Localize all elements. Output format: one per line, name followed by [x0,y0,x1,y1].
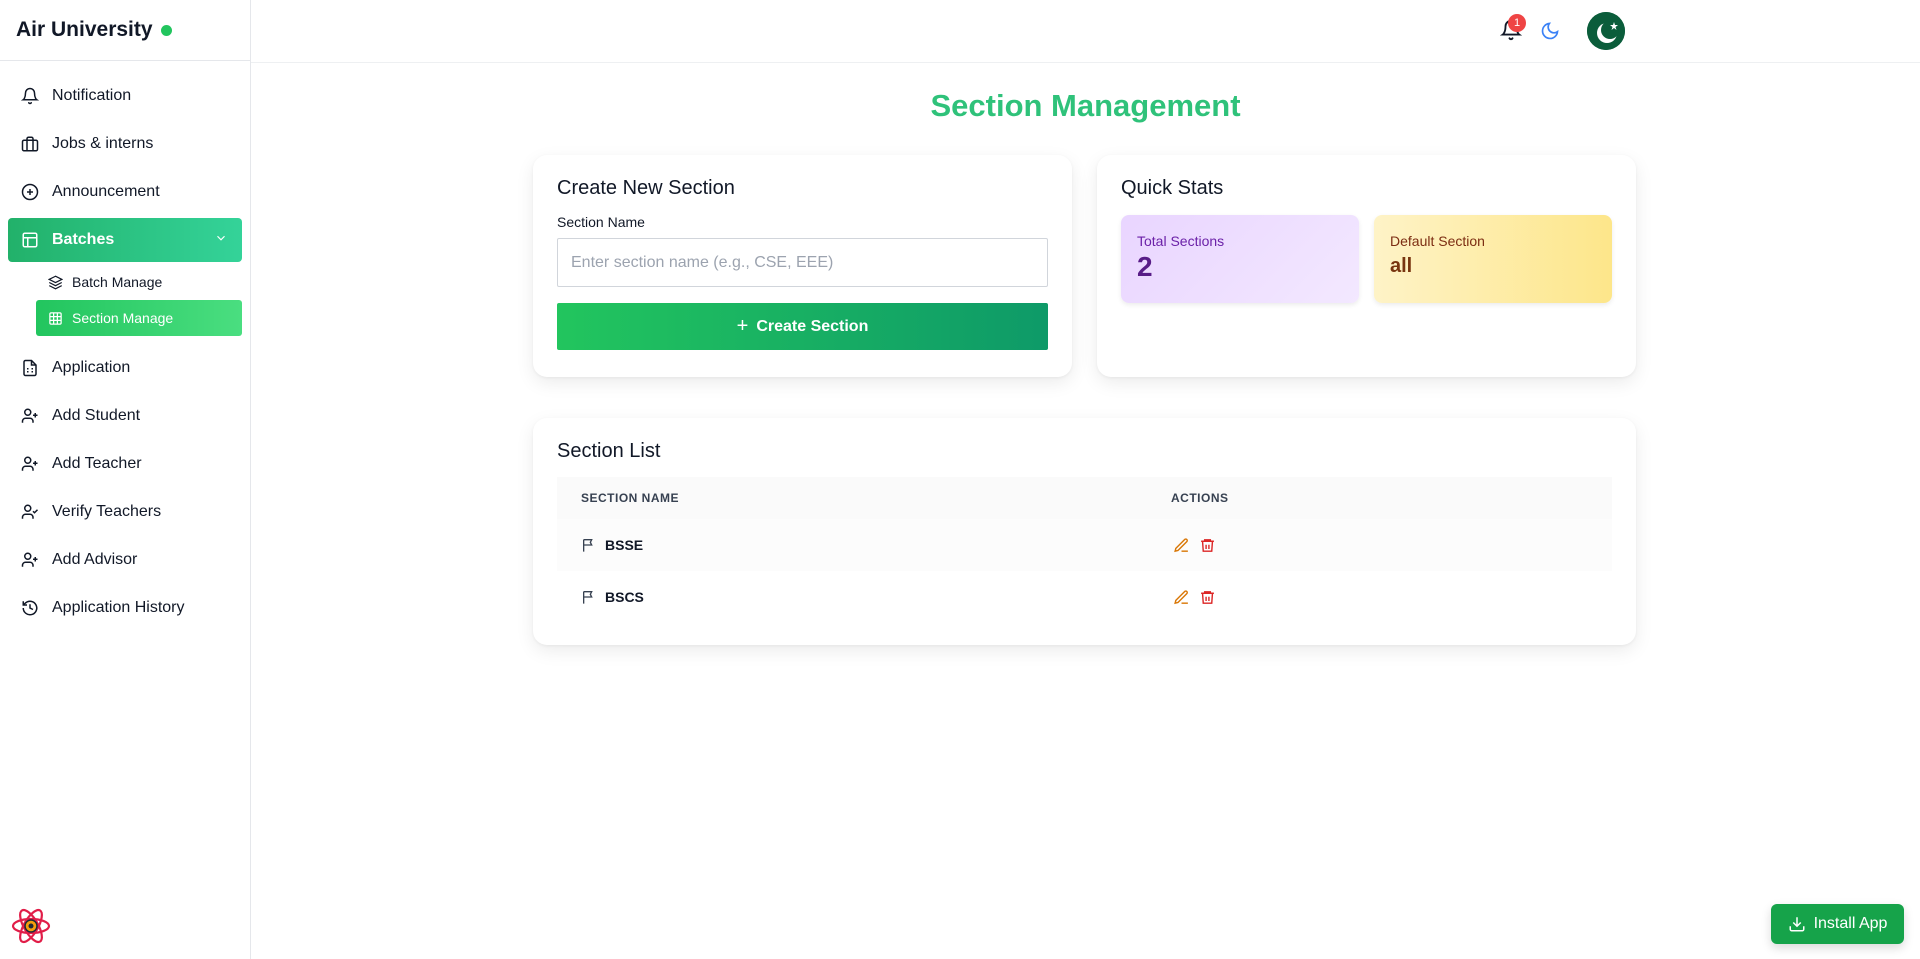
sidebar-item-add-teacher[interactable]: Add Teacher [8,442,242,486]
sidebar-item-verify-teachers[interactable]: Verify Teachers [8,490,242,534]
create-section-heading: Create New Section [557,177,735,199]
sidebar-item-label: Add Student [52,407,141,424]
sidebar-item-jobs[interactable]: Jobs & interns [8,122,242,166]
table-row: BSSE [557,519,1612,571]
edit-icon[interactable] [1171,587,1191,607]
install-app-button[interactable]: Install App [1771,904,1904,944]
sidebar-item-add-advisor[interactable]: Add Advisor [8,538,242,582]
grid-icon [48,310,64,326]
section-name-cell: BSSE [605,537,644,553]
bell-icon [20,86,40,106]
sidebar-item-label: Application [52,359,131,376]
section-name-input[interactable] [557,238,1048,287]
create-section-card: Create New Section Section Name + Create… [533,155,1072,377]
status-dot [160,24,172,36]
sidebar-item-notification[interactable]: Notification [8,74,242,118]
chevron-down-icon [214,231,228,250]
user-plus-icon [20,454,40,474]
app-title: Air University [16,18,153,41]
user-plus-icon [20,550,40,570]
avatar[interactable] [1587,12,1625,50]
sidebar-item-label: Verify Teachers [52,503,162,520]
flag-icon [581,537,597,553]
layout-icon [20,230,40,250]
sidebar: Air University Notification Jobs & inter… [0,0,251,959]
sidebar-subitem-label: Section Manage [72,310,174,326]
sidebar-subitem-section-manage[interactable]: Section Manage [36,300,242,336]
install-app-label: Install App [1813,915,1888,932]
flag-icon [581,589,597,605]
trash-icon[interactable] [1197,535,1217,555]
sidebar-item-add-student[interactable]: Add Student [8,394,242,438]
quick-stats-heading: Quick Stats [1121,177,1224,199]
total-sections-value: 2 [1137,251,1153,282]
sidebar-item-batches[interactable]: Batches [8,218,242,262]
sidebar-item-announcement[interactable]: Announcement [8,170,242,214]
sidebar-item-application[interactable]: Application [8,346,242,390]
react-icon[interactable] [10,905,52,947]
layers-icon [48,274,64,290]
section-table: SECTION NAME ACTIONS BSSE BSCS [557,477,1612,623]
sidebar-item-label: Batches [52,231,115,248]
sidebar-item-label: Jobs & interns [52,135,154,152]
plus-icon: + [736,315,749,337]
batches-submenu: Batch Manage Section Manage [0,264,250,336]
default-section-value: all [1390,255,1413,277]
sidebar-item-label: Application History [52,599,185,616]
briefcase-icon [20,134,40,154]
plus-circle-icon [20,182,40,202]
sidebar-subitem-label: Batch Manage [72,274,163,290]
sidebar-subitem-batch-manage[interactable]: Batch Manage [36,264,242,300]
section-list-card: Section List SECTION NAME ACTIONS BSSE B… [533,418,1636,645]
page-title: Section Management [930,88,1241,123]
sidebar-item-label: Add Teacher [52,455,142,472]
default-section-stat: Default Section all [1374,215,1612,303]
sidebar-item-label: Add Advisor [52,551,138,568]
total-sections-label: Total Sections [1137,233,1225,249]
download-icon [1788,915,1806,933]
default-section-label: Default Section [1390,233,1485,249]
column-header-actions: ACTIONS [1171,491,1229,505]
brand: Air University [0,0,250,61]
sidebar-item-label: Announcement [52,183,160,200]
edit-icon[interactable] [1171,535,1191,555]
sidebar-nav: Notification Jobs & interns Announcement… [0,61,250,630]
table-header: SECTION NAME ACTIONS [557,477,1612,519]
top-bar [251,0,1920,63]
section-name-label: Section Name [557,214,645,230]
section-list-heading: Section List [557,440,661,462]
history-icon [20,598,40,618]
moon-icon[interactable] [1540,21,1560,41]
table-row: BSCS [557,571,1612,623]
user-plus-icon [20,406,40,426]
total-sections-stat: Total Sections 2 [1121,215,1359,303]
file-icon [20,358,40,378]
user-check-icon [20,502,40,522]
notification-badge: 1 [1508,14,1526,32]
section-name-cell: BSCS [605,589,644,605]
sidebar-item-application-history[interactable]: Application History [8,586,242,630]
create-section-button[interactable]: + Create Section [557,303,1048,350]
column-header-section-name: SECTION NAME [581,491,680,505]
trash-icon[interactable] [1197,587,1217,607]
sidebar-item-label: Notification [52,87,132,104]
create-section-button-label: Create Section [756,317,869,335]
quick-stats-card: Quick Stats Total Sections 2 Default Sec… [1097,155,1636,377]
